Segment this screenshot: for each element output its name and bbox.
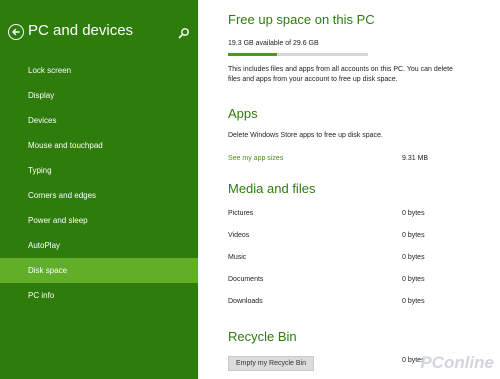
media-title: Media and files bbox=[228, 181, 316, 196]
sidebar-item-label: Display bbox=[28, 91, 55, 100]
sidebar-item-corners-and-edges[interactable]: Corners and edges bbox=[0, 183, 198, 208]
storage-progress-fill bbox=[228, 53, 277, 56]
sidebar-item-display[interactable]: Display bbox=[0, 83, 198, 108]
empty-recycle-bin-button[interactable]: Empty my Recycle Bin bbox=[228, 356, 315, 371]
apps-size-value: 9.31 MB bbox=[402, 155, 429, 162]
back-arrow-icon bbox=[12, 28, 20, 36]
sidebar-nav: Lock screen Display Devices Mouse and to… bbox=[0, 58, 198, 308]
media-row-label: Videos bbox=[228, 232, 250, 239]
storage-progress-bar bbox=[228, 53, 368, 56]
watermark-logo: PConline bbox=[420, 353, 494, 372]
sidebar-header: PC and devices bbox=[0, 0, 198, 66]
sidebar-item-devices[interactable]: Devices bbox=[0, 108, 198, 133]
sidebar-item-autoplay[interactable]: AutoPlay bbox=[0, 233, 198, 258]
sidebar-item-lock-screen[interactable]: Lock screen bbox=[0, 58, 198, 83]
free-space-title: Free up space on this PC bbox=[228, 12, 375, 27]
media-row-value: 0 bytes bbox=[402, 276, 425, 283]
sidebar-item-mouse-and-touchpad[interactable]: Mouse and touchpad bbox=[0, 133, 198, 158]
media-row-value: 0 bytes bbox=[402, 298, 425, 305]
sidebar-item-typing[interactable]: Typing bbox=[0, 158, 198, 183]
sidebar-item-label: AutoPlay bbox=[28, 241, 61, 250]
see-app-sizes-link[interactable]: See my app sizes bbox=[228, 155, 283, 162]
free-space-description: This includes files and apps from all ac… bbox=[228, 66, 453, 83]
sidebar-item-disk-space[interactable]: Disk space bbox=[0, 258, 198, 283]
sidebar-item-pc-info[interactable]: PC info bbox=[0, 283, 198, 308]
sidebar-item-label: Disk space bbox=[28, 266, 68, 275]
media-row-value: 0 bytes bbox=[402, 232, 425, 239]
media-row-label: Documents bbox=[228, 276, 264, 283]
recycle-bin-title: Recycle Bin bbox=[228, 329, 297, 344]
sidebar-item-label: Mouse and touchpad bbox=[28, 141, 103, 150]
media-row-label: Music bbox=[228, 254, 247, 261]
sidebar-item-label: Power and sleep bbox=[28, 216, 88, 225]
search-icon[interactable] bbox=[178, 27, 190, 39]
main-content: Free up space on this PC 19.3 GB availab… bbox=[198, 0, 500, 379]
sidebar-item-label: Typing bbox=[28, 166, 52, 175]
back-button[interactable] bbox=[8, 24, 24, 40]
media-row-label: Downloads bbox=[228, 298, 263, 305]
sidebar-item-label: Devices bbox=[28, 116, 57, 125]
sidebar-item-label: Lock screen bbox=[28, 66, 72, 75]
media-row-value: 0 bytes bbox=[402, 210, 425, 217]
sidebar-title: PC and devices bbox=[28, 22, 134, 39]
sidebar-item-label: Corners and edges bbox=[28, 191, 97, 200]
sidebar-item-power-and-sleep[interactable]: Power and sleep bbox=[0, 208, 198, 233]
sidebar: PC and devices Lock screen Display Devic… bbox=[0, 0, 198, 379]
apps-title: Apps bbox=[228, 106, 258, 121]
media-row-label: Pictures bbox=[228, 210, 254, 217]
apps-description: Delete Windows Store apps to free up dis… bbox=[228, 132, 383, 139]
sidebar-item-label: PC info bbox=[28, 291, 55, 300]
media-row-value: 0 bytes bbox=[402, 254, 425, 261]
storage-text: 19.3 GB available of 29.6 GB bbox=[228, 40, 319, 47]
